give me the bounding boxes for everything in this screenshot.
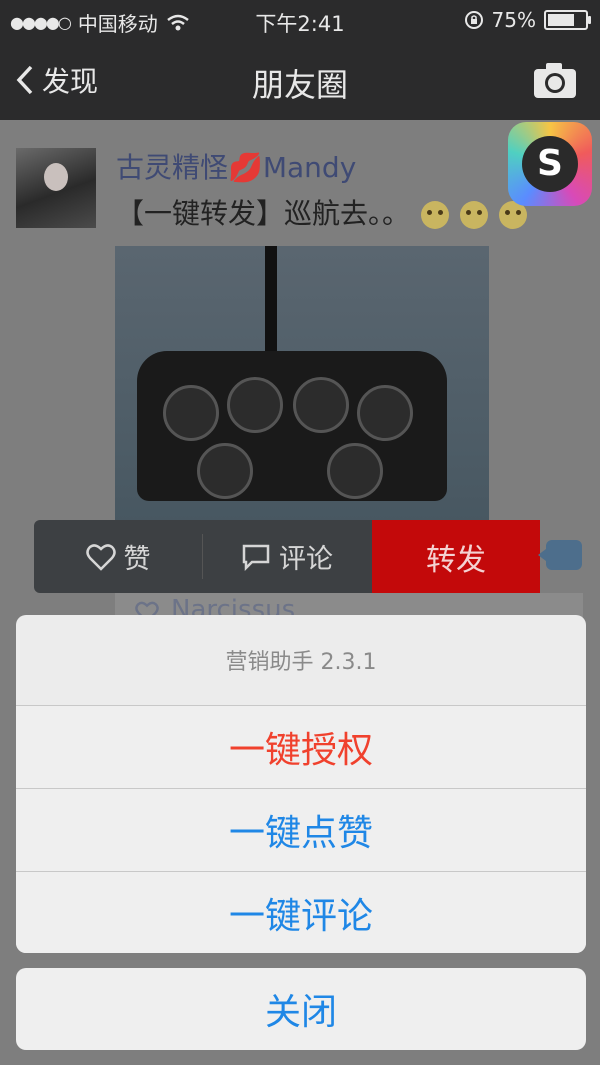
comment-button[interactable]: 评论 xyxy=(202,520,372,593)
status-bar: ●●●●○ 中国移动 下午2:41 75% xyxy=(0,0,600,40)
close-button[interactable]: 关闭 xyxy=(16,968,586,1050)
forward-label: 转发 xyxy=(426,542,486,578)
rotation-lock-icon xyxy=(464,11,483,29)
avatar[interactable] xyxy=(16,148,96,228)
authorize-button[interactable]: 一键授权 xyxy=(16,706,586,789)
camera-icon[interactable] xyxy=(532,60,578,100)
battery-icon xyxy=(544,10,591,30)
page-title: 朋友圈 xyxy=(251,66,348,104)
status-right: 75% xyxy=(464,8,591,32)
post-text-content: 【一键转发】巡航去。。 xyxy=(116,197,411,230)
action-sheet: 营销助手 2.3.1 一键授权 一键点赞 一键评论 xyxy=(16,615,586,953)
share-app-icon[interactable]: S xyxy=(508,122,592,206)
comment-label: 评论 xyxy=(279,544,333,575)
heart-icon xyxy=(85,543,116,571)
like-button[interactable]: 赞 xyxy=(34,520,202,593)
post-text: 【一键转发】巡航去。。 xyxy=(116,192,527,232)
post-action-bar: 赞 评论 转发 xyxy=(34,520,540,593)
nav-bar: 发现 朋友圈 xyxy=(0,40,600,120)
emoji-icon xyxy=(420,201,449,229)
comment-bubble-icon xyxy=(242,544,270,571)
emoji-icon xyxy=(459,201,488,229)
like-label: 赞 xyxy=(123,544,151,575)
forward-button[interactable]: 转发 xyxy=(372,520,540,593)
more-options-icon[interactable] xyxy=(538,540,582,570)
action-sheet-title: 营销助手 2.3.1 xyxy=(16,615,586,706)
post-author[interactable]: 古灵精怪💋Mandy xyxy=(116,146,356,186)
battery-percent: 75% xyxy=(491,8,536,32)
batch-comment-button[interactable]: 一键评论 xyxy=(16,872,586,953)
batch-like-button[interactable]: 一键点赞 xyxy=(16,789,586,872)
